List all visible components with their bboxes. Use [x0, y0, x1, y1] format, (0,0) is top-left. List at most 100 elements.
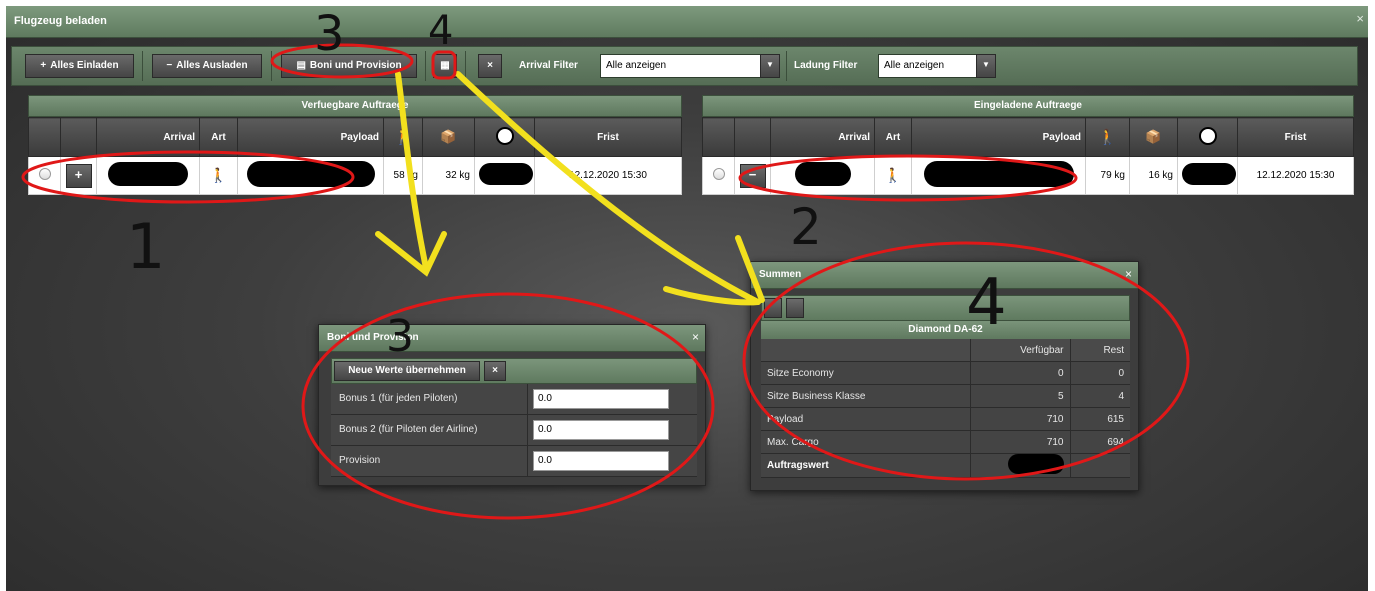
apply-values-button[interactable]: Neue Werte übernehmen	[334, 361, 480, 381]
clear-filter-button[interactable]: ×	[478, 54, 502, 78]
column-header-art[interactable]: Art	[874, 117, 912, 157]
radio-icon[interactable]	[712, 168, 725, 180]
passenger-icon[interactable]: 🚶	[383, 117, 423, 157]
payload-cell	[237, 156, 384, 195]
toolbar-button[interactable]	[764, 298, 782, 318]
rest-cell: 4	[1069, 384, 1130, 408]
rest-cell: 615	[1069, 407, 1130, 431]
row-radio[interactable]	[702, 156, 735, 195]
column-header-arrival[interactable]: Arrival	[96, 117, 200, 157]
fuel-icon[interactable]	[1177, 117, 1238, 157]
divider	[527, 384, 528, 414]
divider	[527, 415, 528, 445]
annotation-overlay: 1 2 3 3 4 4	[21, 6, 1190, 520]
weight-cell: 32 kg	[422, 156, 475, 195]
redacted-block	[246, 161, 375, 187]
close-icon[interactable]: ×	[1125, 267, 1132, 281]
ladung-filter-label: Ladung Filter	[794, 60, 858, 71]
plus-icon: +	[40, 60, 47, 71]
column-header	[761, 339, 970, 362]
summen-dialog: Summen × Diamond DA-62 Verfügbar Rest Si…	[750, 261, 1139, 491]
fuel-cell	[474, 156, 535, 195]
app-window: Flugzeug beladen × + Alles Einladen − Alle…	[6, 6, 1368, 591]
cargo-icon[interactable]: 📦	[1129, 117, 1178, 157]
column-header-arrival[interactable]: Arrival	[770, 117, 875, 157]
dialog-header: Summen ×	[751, 262, 1138, 289]
close-icon[interactable]: ×	[1356, 11, 1364, 26]
table-row: Payload 710 615	[761, 407, 1130, 431]
frist-cell: 12.12.2020 15:30	[1237, 156, 1354, 195]
field-label: Bonus 1 (für jeden Piloten)	[339, 393, 458, 404]
arrival-cell	[770, 156, 875, 195]
yellow-arrow	[663, 286, 761, 306]
column-header-payload[interactable]: Payload	[237, 117, 384, 157]
radio-icon[interactable]	[38, 168, 51, 180]
weight-cell: 79 kg	[1085, 156, 1130, 195]
column-header	[60, 117, 97, 157]
bonus2-input[interactable]: 0.0	[533, 420, 669, 440]
passenger-icon: 🚶	[209, 167, 228, 183]
table-row[interactable]: − 🚶 79 kg 16 kg 12.12.2020 15:30	[702, 156, 1354, 195]
annotation-number: 2	[790, 198, 822, 256]
toolbar-button[interactable]	[786, 298, 804, 318]
form-row: Provision 0.0	[331, 446, 697, 477]
passenger-icon[interactable]: 🚶	[1085, 117, 1130, 157]
boni-provision-button[interactable]: ▤ Boni und Provision	[281, 54, 417, 78]
summen-table: Verfügbar Rest Sitze Economy 0 0 Sitze B…	[761, 339, 1130, 478]
arrival-filter-select[interactable]: Alle anzeigen ▼	[600, 54, 780, 78]
bonus1-input[interactable]: 0.0	[533, 389, 669, 409]
cargo-icon[interactable]: 📦	[422, 117, 475, 157]
redacted-block	[794, 162, 851, 186]
rest-cell	[1069, 453, 1130, 478]
available-cell: 710	[969, 407, 1070, 431]
column-header	[28, 117, 61, 157]
form-row: Bonus 2 (für Piloten der Airline) 0.0	[331, 415, 697, 446]
frist-cell: 12.12.2020 15:30	[534, 156, 682, 195]
add-order-button[interactable]: +	[65, 163, 92, 188]
panel-title: Verfuegbare Auftraege	[28, 95, 682, 117]
field-label: Bonus 2 (für Piloten der Airline)	[339, 424, 478, 435]
column-header-frist[interactable]: Frist	[1237, 117, 1354, 157]
table-row[interactable]: + 🚶 58 kg 32 kg 12.12.2020 15:30	[28, 156, 682, 195]
available-cell: 710	[969, 430, 1070, 454]
fuel-icon[interactable]	[474, 117, 535, 157]
toolbar-divider	[465, 51, 466, 81]
remove-order-button[interactable]: −	[739, 163, 766, 188]
provision-input[interactable]: 0.0	[533, 451, 669, 471]
summen-button[interactable]: ▦	[433, 54, 457, 78]
column-header-frist[interactable]: Frist	[534, 117, 682, 157]
calculator-icon: ▦	[440, 60, 450, 71]
chevron-down-icon[interactable]: ▼	[760, 54, 780, 78]
dialog-title: Summen	[759, 269, 802, 280]
redacted-block	[1182, 163, 1236, 185]
toolbar-divider	[142, 51, 143, 81]
row-action: +	[60, 156, 97, 195]
column-header-payload[interactable]: Payload	[911, 117, 1086, 157]
clear-values-button[interactable]: ×	[484, 361, 506, 381]
boni-dialog: Boni und Provision × Neue Werte übernehm…	[318, 324, 706, 486]
available-cell: 5	[969, 384, 1070, 408]
field-label: Provision	[339, 455, 381, 466]
available-orders-panel: Verfuegbare Auftraege Arrival Art Payloa…	[28, 95, 682, 195]
redacted-block	[108, 162, 188, 186]
column-header-art[interactable]: Art	[199, 117, 238, 157]
calculator-icon: ▤	[296, 60, 306, 71]
close-icon[interactable]: ×	[692, 330, 699, 344]
row-radio[interactable]	[28, 156, 61, 195]
toolbar-divider	[271, 51, 272, 81]
arrival-filter-label: Arrival Filter	[519, 60, 578, 71]
toolbar-divider	[425, 51, 426, 81]
unload-all-button[interactable]: − Alles Ausladen	[152, 54, 262, 78]
fuel-cell	[1177, 156, 1238, 195]
toolbar-divider	[786, 51, 787, 81]
passenger-icon: 🚶	[884, 167, 902, 183]
row-label: Max. Cargo	[761, 430, 970, 454]
table-row: Max. Cargo 710 694	[761, 430, 1130, 454]
dialog-title: Boni und Provision	[327, 332, 419, 343]
load-all-button[interactable]: + Alles Einladen	[25, 54, 134, 78]
weight-cell: 16 kg	[1129, 156, 1178, 195]
ladung-filter-select[interactable]: Alle anzeigen ▼	[878, 54, 996, 78]
column-header	[702, 117, 735, 157]
chevron-down-icon[interactable]: ▼	[976, 54, 996, 78]
row-label: Auftragswert	[761, 453, 970, 478]
